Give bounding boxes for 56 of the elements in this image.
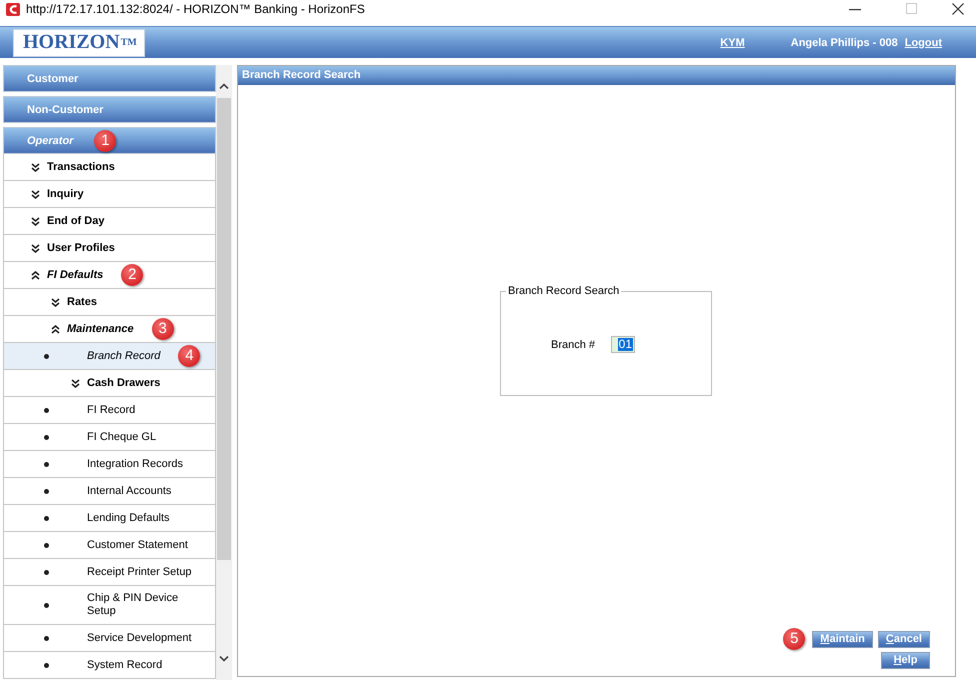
menu-item[interactable]: Transactions — [3, 154, 216, 181]
menu-item[interactable]: Lending Defaults — [3, 505, 216, 532]
scroll-up-icon[interactable] — [219, 83, 229, 89]
menu-item[interactable]: FI Cheque GL — [3, 424, 216, 451]
bullet-icon — [44, 462, 49, 466]
app-icon — [6, 3, 20, 16]
group-legend: Branch Record Search — [506, 285, 622, 298]
menu-item[interactable]: Rates — [3, 289, 216, 316]
menu-item[interactable]: Chip & PIN Device Setup — [3, 586, 216, 625]
callout-badge: 4 — [178, 345, 200, 367]
bullet-icon — [44, 488, 49, 494]
callout-badge: 1 — [94, 130, 116, 152]
menu-item[interactable]: Service Development — [3, 625, 216, 652]
menu-item[interactable]: Maintenance 3 — [3, 316, 216, 343]
user-name: Angela Phillips - 008 — [790, 36, 898, 48]
menu-item[interactable]: FI Defaults 2 — [3, 262, 216, 289]
menu-item[interactable]: Internal Accounts — [3, 478, 216, 505]
menu-item[interactable]: Receipt Printer Setup — [3, 559, 216, 586]
double-chevron-down-icon — [31, 244, 40, 252]
menu-item[interactable]: System Record — [3, 652, 216, 679]
bullet-icon — [44, 662, 49, 668]
menu-item[interactable]: Integration Records — [3, 451, 216, 478]
menu-item[interactable]: Customer Statement — [3, 532, 216, 559]
double-chevron-up-icon — [31, 270, 40, 280]
callout-badge: 3 — [152, 318, 174, 340]
bullet-icon — [44, 570, 49, 574]
double-chevron-down-icon — [31, 216, 40, 226]
window-title: http://172.17.101.132:8024/ - HORIZON™ Banking - HorizonFS — [26, 3, 366, 16]
callout-badge: 2 — [121, 264, 144, 286]
menu-item[interactable]: Cash Drawers — [3, 370, 216, 397]
double-chevron-up-icon — [51, 324, 60, 334]
double-chevron-down-icon — [31, 162, 40, 172]
menu-item[interactable]: Inquiry — [3, 181, 216, 208]
panel-title: Branch Record Search — [238, 66, 955, 85]
bullet-icon — [44, 516, 49, 520]
menu-item[interactable]: End of Day — [3, 208, 216, 235]
double-chevron-down-icon — [31, 190, 40, 198]
menu-item[interactable]: Branch Record 4 — [3, 343, 216, 370]
field-label: Branch # — [551, 338, 596, 350]
text-field[interactable]: 01 — [611, 336, 636, 353]
scroll-down-icon[interactable] — [219, 656, 229, 662]
menu-item[interactable]: FI Record — [3, 397, 216, 424]
bullet-icon — [44, 542, 49, 548]
double-chevron-down-icon — [51, 298, 60, 306]
close-icon[interactable] — [952, 3, 964, 15]
bullet-icon — [44, 434, 49, 440]
callout-badge: 5 — [783, 628, 806, 650]
logo: HORIZON$^{TM}$ — [13, 28, 145, 56]
bullet-icon — [44, 636, 49, 640]
bullet-icon — [44, 354, 49, 358]
double-chevron-down-icon — [71, 378, 80, 388]
bullet-icon — [44, 602, 49, 608]
menu-item[interactable]: User Profiles — [3, 235, 216, 262]
scrollbar-thumb[interactable] — [217, 98, 231, 560]
bullet-icon — [44, 408, 49, 412]
minimize-icon[interactable] — [849, 9, 861, 11]
